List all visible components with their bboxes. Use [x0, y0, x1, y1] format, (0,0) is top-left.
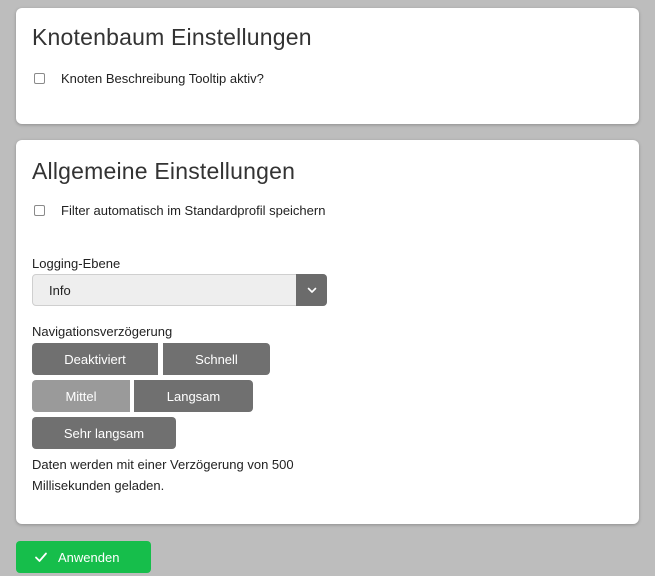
node-tree-settings-title: Knotenbaum Einstellungen	[32, 24, 312, 50]
navigation-delay-label: Navigationsverzögerung	[32, 324, 173, 339]
logging-level-label: Logging-Ebene	[32, 256, 121, 271]
node-tree-settings-card: Knotenbaum Einstellungen Knoten Beschrei…	[16, 8, 639, 124]
delay-option-mittel[interactable]: Mittel	[32, 380, 130, 412]
chevron-down-icon	[307, 287, 316, 293]
apply-button-label: Anwenden	[58, 549, 120, 565]
filter-checkbox-row[interactable]: Filter automatisch im Standardprofil spe…	[34, 203, 325, 218]
filter-checkbox[interactable]	[34, 205, 45, 216]
delay-option-langsam[interactable]: Langsam	[134, 380, 253, 412]
tooltip-checkbox-row[interactable]: Knoten Beschreibung Tooltip aktiv?	[34, 71, 264, 86]
filter-checkbox-label[interactable]: Filter automatisch im Standardprofil spe…	[61, 203, 325, 218]
delay-option-deaktiviert[interactable]: Deaktiviert	[32, 343, 158, 375]
check-icon	[35, 552, 47, 562]
logging-dropdown-button[interactable]	[296, 274, 327, 306]
tooltip-checkbox-label[interactable]: Knoten Beschreibung Tooltip aktiv?	[61, 71, 264, 86]
logging-level-select[interactable]: Info	[32, 274, 327, 306]
tooltip-checkbox[interactable]	[34, 73, 45, 84]
general-settings-title: Allgemeine Einstellungen	[32, 158, 296, 184]
logging-level-value: Info	[49, 282, 71, 298]
general-settings-card: Allgemeine Einstellungen Filter automati…	[16, 140, 639, 524]
delay-option-schnell[interactable]: Schnell	[163, 343, 270, 375]
apply-button[interactable]: Anwenden	[16, 541, 151, 573]
delay-option-sehr-langsam[interactable]: Sehr langsam	[32, 417, 176, 449]
navigation-delay-description: Daten werden mit einer Verzögerung von 5…	[32, 457, 294, 493]
